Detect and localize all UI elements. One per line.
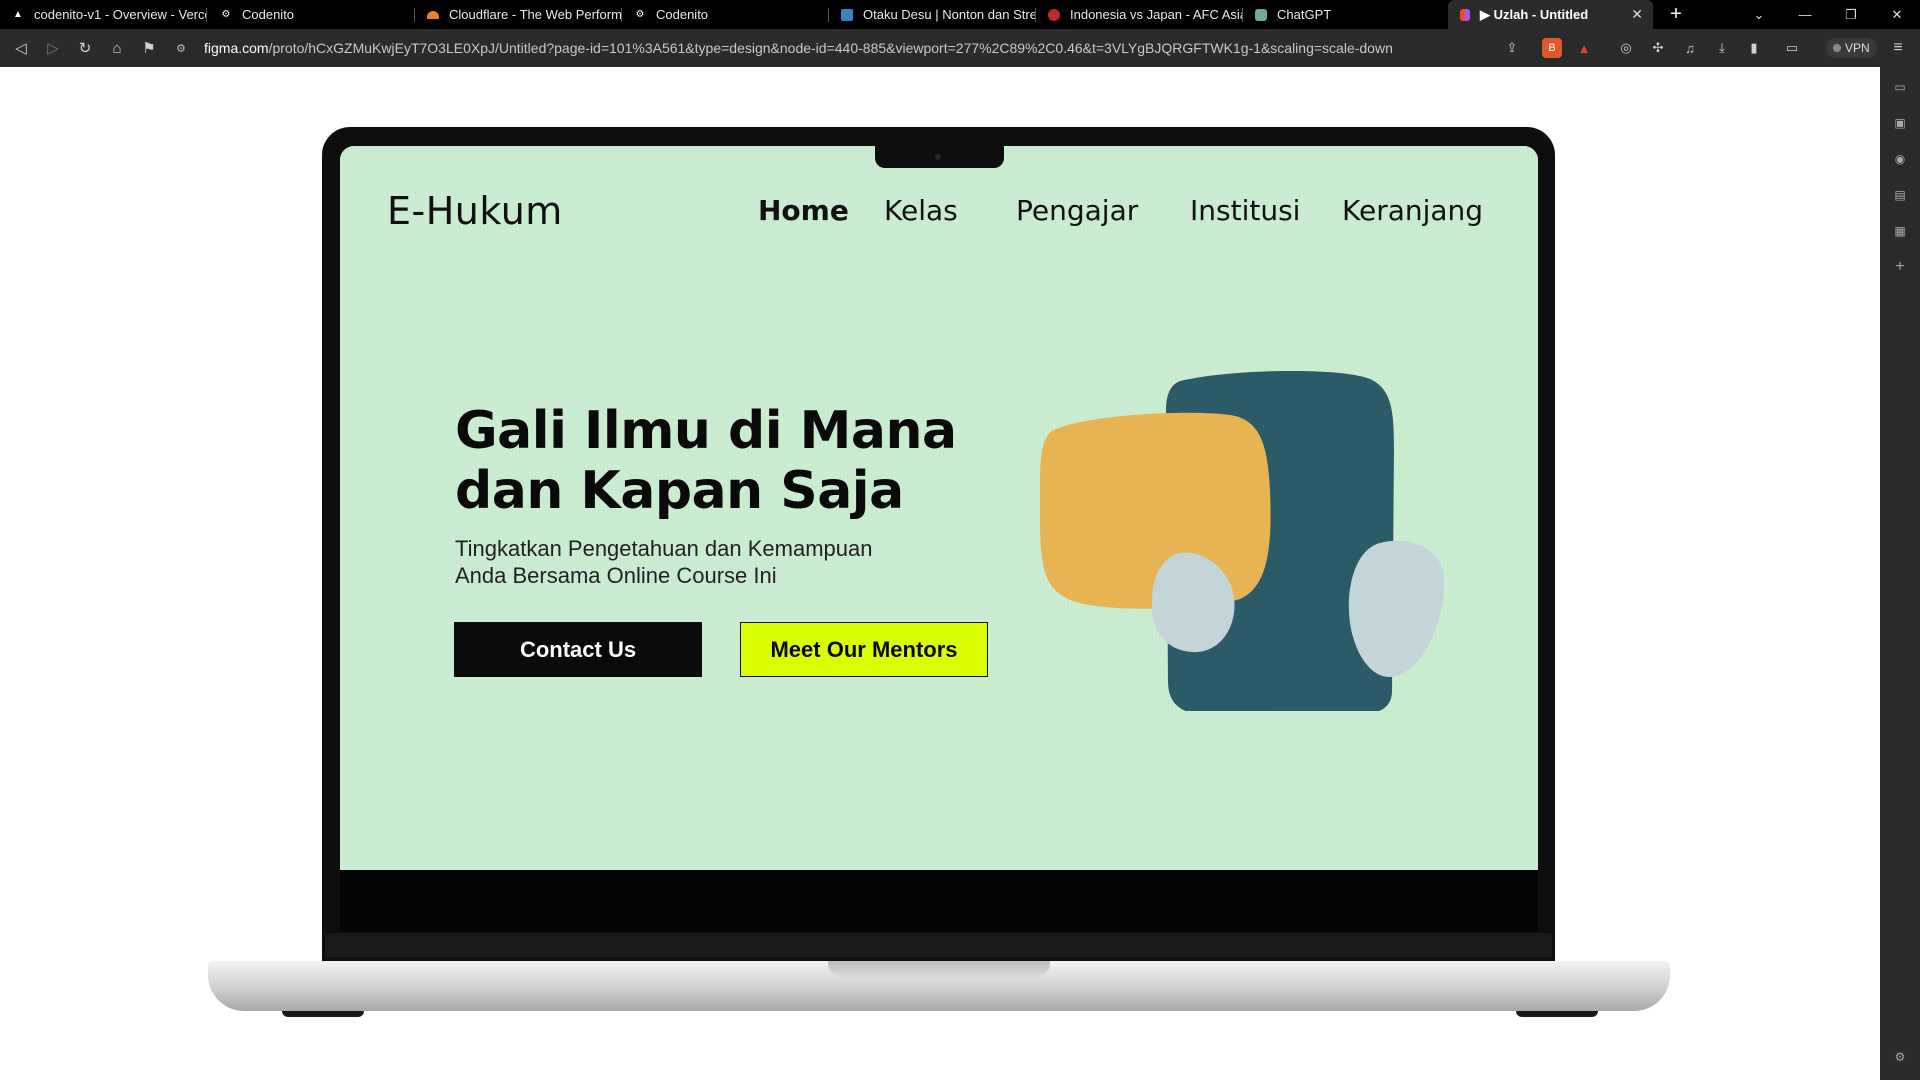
nav-home[interactable]: Home (758, 194, 849, 227)
tab-codenito-2[interactable]: ⚙ Codenito (622, 0, 829, 29)
pale-blue-right-blob (1348, 540, 1445, 678)
hero-title-line-2: dan Kapan Saja (455, 461, 904, 521)
codenito-icon: ⚙ (221, 9, 231, 20)
close-tab-icon[interactable]: ✕ (1631, 6, 1643, 23)
tab-title: codenito-v1 - Overview - Vercel (34, 7, 207, 22)
afc-icon (1048, 8, 1060, 21)
tab-bar: ▲ codenito-v1 - Overview - Vercel ⚙ Code… (0, 0, 1920, 29)
extension-circle-icon[interactable]: ◎ (1616, 38, 1636, 58)
nav-institusi[interactable]: Institusi (1190, 194, 1300, 227)
laptop-chin (325, 933, 1552, 957)
contact-us-button[interactable]: Contact Us (454, 622, 702, 677)
tab-title: ▶ Uzlah - Untitled (1480, 6, 1589, 22)
tab-title: Codenito (242, 7, 295, 22)
camera-notch (875, 146, 1004, 168)
otakudesu-icon (841, 8, 853, 21)
sidebar-toggle-icon[interactable]: ▮ (1744, 38, 1764, 58)
tab-codenito[interactable]: ⚙ Codenito (208, 0, 415, 29)
home-button[interactable]: ⌂ (106, 37, 128, 59)
menu-icon[interactable]: ≡ (1888, 38, 1908, 58)
url-path: /proto/hCxGZMuKwjEyT7O3LE0XpJ/Untitled?p… (268, 40, 1393, 56)
cloudflare-icon (427, 10, 439, 19)
download-icon[interactable]: ⤓ (1712, 38, 1732, 58)
reading-list-icon[interactable]: ▦ (1890, 221, 1910, 241)
laptop-screen: E-Hukum Home Kelas Pengajar Institusi Ke… (340, 146, 1538, 932)
bookmark-icon[interactable]: ⚑ (138, 37, 160, 59)
hero-subtitle: Tingkatkan Pengetahuan dan Kemampuan And… (455, 535, 975, 589)
tab-list-chevron-icon[interactable]: ⌄ (1736, 0, 1782, 29)
back-button[interactable]: ◁ (10, 37, 32, 59)
camera-icon (935, 154, 941, 160)
settings-gear-icon[interactable]: ⚙ (1890, 1047, 1910, 1067)
laptop-foot-right (1516, 1011, 1598, 1017)
brave-rewards-icon[interactable]: ▲ (1574, 38, 1594, 58)
extensions-icon[interactable]: ✣ (1648, 38, 1668, 58)
vpn-button[interactable]: VPN (1826, 38, 1877, 58)
forward-button[interactable]: ▷ (42, 37, 64, 59)
tab-otakudesu[interactable]: Otaku Desu | Nonton dan Strea (829, 0, 1036, 29)
hero-title-line-1: Gali Ilmu di Mana (455, 401, 957, 461)
figma-prototype-viewport: E-Hukum Home Kelas Pengajar Institusi Ke… (0, 67, 1880, 1080)
nav-kelas[interactable]: Kelas (884, 194, 958, 227)
nav-pengajar[interactable]: Pengajar (1016, 194, 1138, 227)
reload-button[interactable]: ↻ (74, 37, 96, 59)
nav-keranjang[interactable]: Keranjang (1342, 194, 1483, 227)
laptop-base-notch (828, 961, 1050, 977)
hero-subtitle-line-2: Anda Bersama Online Course Ini (455, 563, 777, 588)
tab-title: Otaku Desu | Nonton dan Strea (863, 7, 1036, 22)
brave-shields-icon[interactable]: B (1542, 38, 1562, 58)
figma-icon (1460, 8, 1470, 21)
restore-button[interactable]: ❐ (1828, 0, 1874, 29)
marquee-strip (340, 870, 1538, 932)
news-icon[interactable]: ◉ (1890, 149, 1910, 169)
wallet-side-icon[interactable]: ▣ (1890, 113, 1910, 133)
tab-title: Indonesia vs Japan - AFC Asian (1070, 7, 1243, 22)
wallet-icon[interactable]: ▭ (1782, 38, 1802, 58)
tab-vercel[interactable]: ▲ codenito-v1 - Overview - Vercel (0, 0, 207, 29)
tab-title: Codenito (656, 7, 709, 22)
tab-afc[interactable]: Indonesia vs Japan - AFC Asian (1036, 0, 1243, 29)
leo-icon[interactable]: ▭ (1890, 77, 1910, 97)
bookmarks-side-icon[interactable]: ▤ (1890, 185, 1910, 205)
new-tab-button[interactable]: + (1664, 0, 1688, 29)
hero-title: Gali Ilmu di Mana dan Kapan Saja (455, 401, 1015, 521)
share-icon[interactable]: ⇪ (1502, 38, 1522, 58)
tab-figma-active[interactable]: ▶ Uzlah - Untitled ✕ (1448, 0, 1653, 29)
tab-chatgpt[interactable]: ChatGPT (1243, 0, 1450, 29)
site-settings-icon[interactable]: ⚙ (176, 42, 190, 55)
minimize-button[interactable]: — (1782, 0, 1828, 29)
hero-subtitle-line-1: Tingkatkan Pengetahuan dan Kemampuan (455, 536, 873, 561)
close-window-button[interactable]: ✕ (1874, 0, 1920, 29)
browser-side-panel: ▭ ▣ ◉ ▤ ▦ + ⚙ (1880, 67, 1920, 1080)
meet-mentors-button[interactable]: Meet Our Mentors (740, 622, 988, 677)
site-logo[interactable]: E-Hukum (387, 189, 563, 233)
vpn-status-icon (1833, 44, 1841, 52)
browser-toolbar: ◁ ▷ ↻ ⌂ ⚑ ⚙ figma.com/proto/hCxGZMuKwjEy… (0, 29, 1920, 67)
url-host: figma.com (204, 40, 269, 56)
tab-cloudflare[interactable]: Cloudflare - The Web Performan (415, 0, 622, 29)
hero-illustration (1040, 371, 1445, 711)
add-panel-icon[interactable]: + (1890, 257, 1910, 277)
media-icon[interactable]: ♫ (1680, 38, 1700, 58)
address-bar[interactable]: ⚙ figma.com/proto/hCxGZMuKwjEyT7O3LE0XpJ… (176, 34, 1576, 62)
tab-title: Cloudflare - The Web Performan (449, 7, 622, 22)
codenito-icon: ⚙ (635, 9, 645, 20)
chatgpt-icon (1255, 8, 1267, 21)
vpn-label: VPN (1845, 41, 1870, 55)
laptop-foot-left (282, 1011, 364, 1017)
vercel-icon: ▲ (13, 9, 23, 20)
tab-title: ChatGPT (1277, 7, 1332, 22)
